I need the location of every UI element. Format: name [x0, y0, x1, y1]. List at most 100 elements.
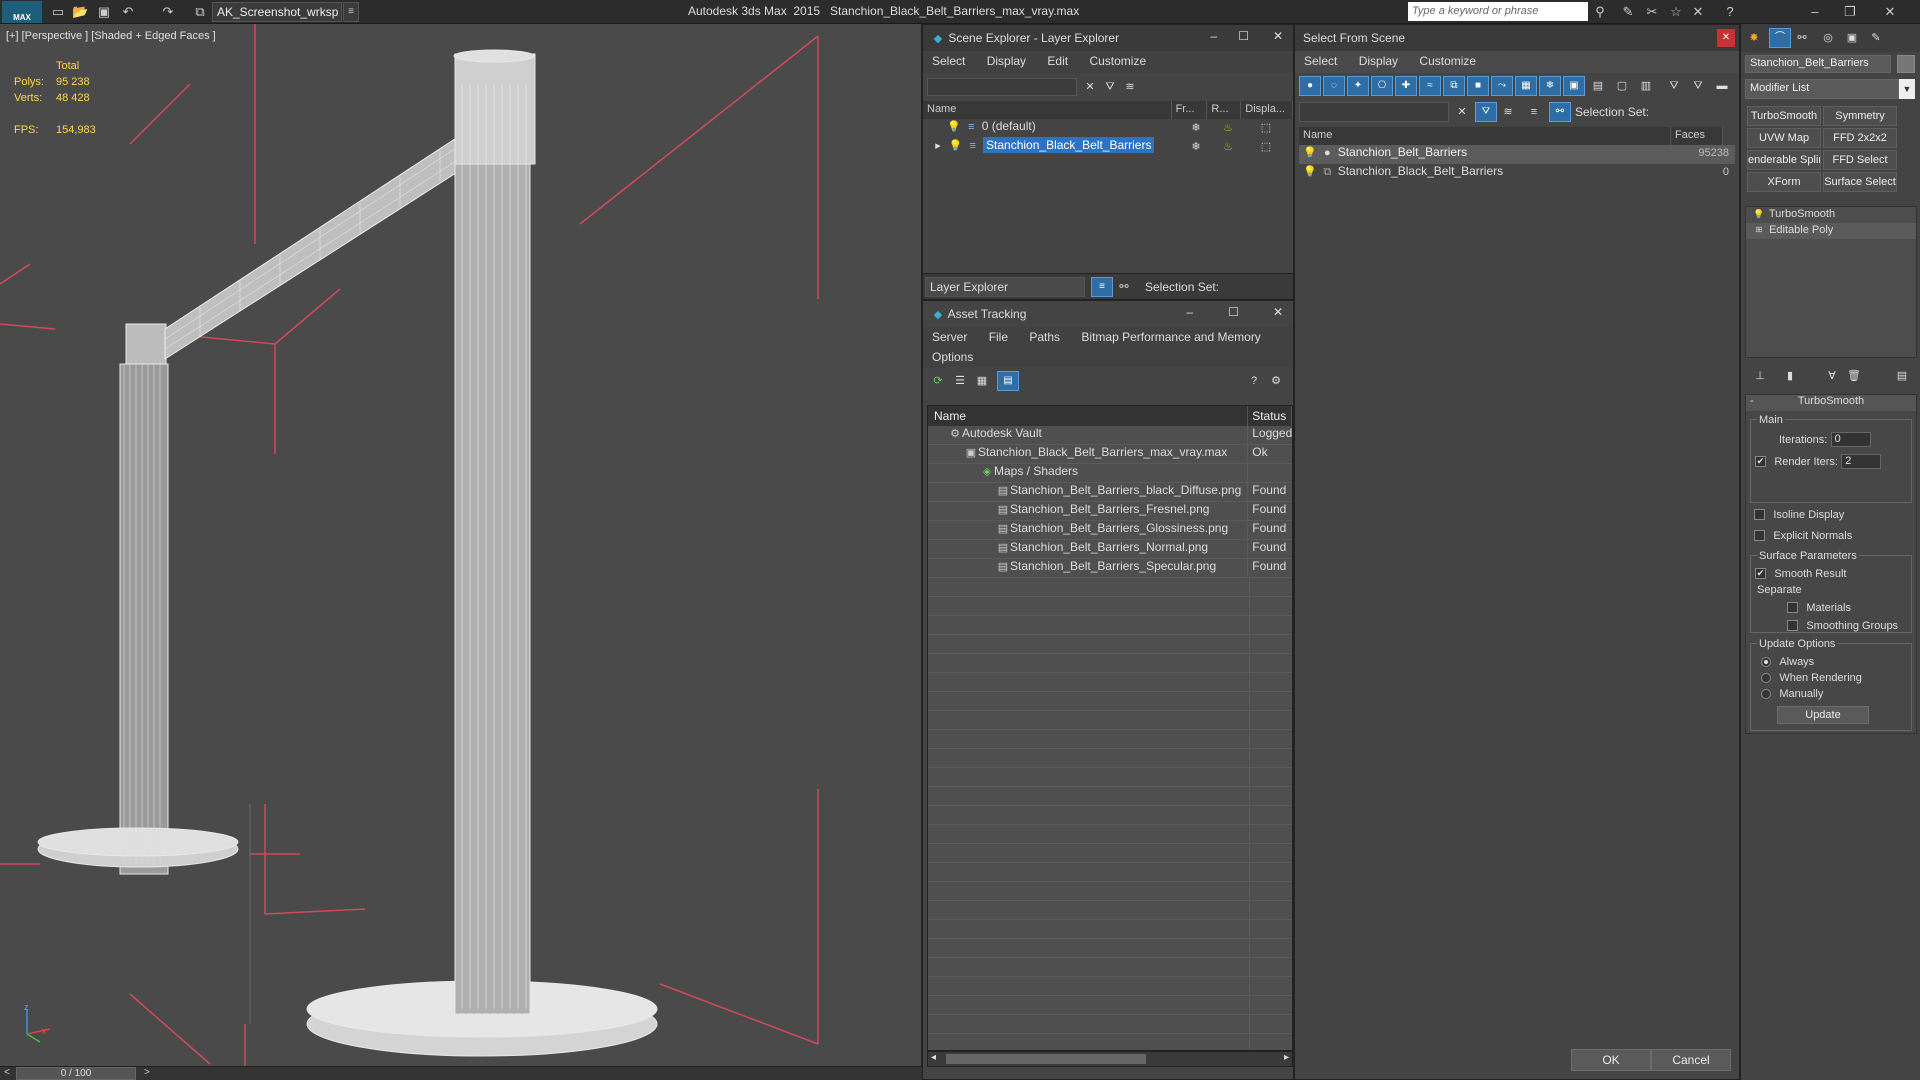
scroll-left-icon[interactable]: ◂ [931, 1052, 936, 1063]
invert-display-icon[interactable]: ▥ [1639, 79, 1653, 93]
menu-customize[interactable]: Customize [1080, 51, 1155, 71]
menu-display[interactable]: Display [978, 51, 1035, 71]
asset-row[interactable]: ▤ Stanchion_Belt_Barriers_Normal.png Found [928, 540, 1292, 559]
smooth-result-checkbox[interactable]: ✔ [1755, 568, 1766, 580]
minimize-icon[interactable]: – [1186, 305, 1193, 319]
clear-search-icon[interactable]: ✕ [1083, 80, 1097, 94]
filter-options-icon[interactable]: ⛛ [1691, 79, 1705, 93]
layer-row-default[interactable]: 💡 ≡ 0 (default) ❄ ♨ ⬚ [923, 119, 1293, 138]
filter-groups-icon[interactable]: ⧉ [1443, 76, 1465, 96]
asset-row[interactable]: ◈ Maps / Shaders [928, 464, 1292, 483]
thumbnail-icon[interactable]: ▦ [975, 374, 989, 388]
perspective-viewport[interactable]: [+] [Perspective ] [Shaded + Edged Faces… [0, 24, 922, 1066]
scene-search-input[interactable] [927, 78, 1077, 96]
filter-shapes-icon[interactable]: ◌ [1323, 76, 1345, 96]
minimize-icon[interactable]: – [1800, 2, 1830, 22]
display-icon[interactable]: ⬚ [1259, 121, 1273, 135]
table-view-icon[interactable]: ▤ [997, 371, 1019, 391]
menu-display[interactable]: Display [1350, 51, 1407, 71]
motion-tab-icon[interactable]: ◎ [1821, 31, 1835, 45]
close-icon[interactable]: ✕ [1875, 2, 1905, 22]
cancel-button[interactable]: Cancel [1651, 1049, 1731, 1071]
display-all-icon[interactable]: ▤ [1591, 79, 1605, 93]
freeze-icon[interactable]: ❄ [1189, 121, 1203, 135]
object-name-field[interactable]: Stanchion_Belt_Barriers [1745, 55, 1891, 73]
column-name[interactable]: Name [1299, 127, 1671, 145]
explorer-mode-select[interactable]: Layer Explorer [925, 277, 1085, 297]
asset-hscroll-thumb[interactable] [946, 1054, 1146, 1064]
open-file-icon[interactable]: 📂 [72, 4, 88, 20]
asset-row[interactable]: ⚙ Autodesk Vault Logged [928, 426, 1292, 445]
column-render[interactable]: R... [1207, 101, 1242, 119]
close-icon[interactable]: ✕ [1273, 305, 1283, 319]
menu-select[interactable]: Select [1295, 51, 1346, 71]
filter-lights-icon[interactable]: ✦ [1347, 76, 1369, 96]
smoothing-groups-checkbox[interactable] [1787, 620, 1798, 632]
expand-icon[interactable]: ⊞ [1752, 223, 1766, 237]
asset-row[interactable]: ▤ Stanchion_Belt_Barriers_Glossiness.png F… [928, 521, 1292, 540]
filter-containers-icon[interactable]: ▦ [1515, 76, 1537, 96]
layer-toggle-icon[interactable]: ▬ [1715, 79, 1729, 93]
display-tab-icon[interactable]: ▣ [1845, 31, 1859, 45]
hierarchy-tab-icon[interactable]: ⚯ [1795, 31, 1809, 45]
collapse-icon[interactable]: - [1750, 395, 1754, 407]
always-radio[interactable] [1761, 656, 1771, 667]
maximize-icon[interactable]: ☐ [1228, 305, 1239, 319]
column-freeze[interactable]: Fr... [1171, 101, 1208, 119]
search-input[interactable]: Type a keyword or phrase [1408, 2, 1588, 21]
filter-xrefs-icon[interactable]: ■ [1467, 76, 1489, 96]
stack-item-turbosmooth[interactable]: 💡 TurboSmooth [1746, 207, 1916, 223]
filter-active-icon[interactable]: ⛛ [1475, 102, 1497, 122]
filter-icon[interactable]: ⛛ [1103, 80, 1117, 94]
asset-tracking-titlebar[interactable]: ◆ Asset Tracking – ☐ ✕ [923, 301, 1293, 327]
bulb-icon[interactable]: 💡 [947, 120, 961, 134]
iterations-spinner[interactable]: 0 [1830, 432, 1871, 448]
maximize-icon[interactable]: ☐ [1238, 29, 1249, 43]
project-folder-icon[interactable]: ⧉ [192, 4, 208, 20]
binoculars-icon[interactable]: ⚲ [1592, 4, 1608, 20]
pin-stack-icon[interactable]: ⊥ [1753, 369, 1767, 383]
workspace-menu-button[interactable]: ≡ [343, 2, 359, 22]
close-icon[interactable]: ✕ [1717, 29, 1735, 47]
modifier-button[interactable]: XForm [1747, 172, 1821, 192]
menu-file[interactable]: File [980, 327, 1017, 347]
scroll-right-icon[interactable]: ▸ [1284, 1052, 1289, 1063]
clear-search-icon[interactable]: ✕ [1455, 105, 1469, 119]
object-row-selected[interactable]: 💡 ● Stanchion_Belt_Barriers 95238 [1299, 145, 1735, 164]
layers-icon[interactable]: ≡ [1527, 105, 1541, 119]
render-iters-checkbox[interactable]: ✔ [1755, 456, 1766, 468]
show-end-result-icon[interactable]: ▮ [1783, 369, 1797, 383]
remove-modifier-icon[interactable]: 🗑 [1847, 369, 1861, 383]
explicit-normals-checkbox[interactable] [1754, 530, 1765, 542]
render-iters-spinner[interactable]: 2 [1841, 454, 1882, 470]
column-name[interactable]: Name [928, 406, 1249, 426]
render-teapot-icon[interactable]: ♨ [1221, 121, 1235, 135]
hierarchy-icon[interactable]: ⚯ [1549, 102, 1571, 122]
settings-icon[interactable]: ⚙ [1269, 374, 1283, 388]
close-icon[interactable]: ✕ [1273, 29, 1283, 43]
hierarchy-icon[interactable]: ⚯ [1117, 280, 1131, 294]
ok-button[interactable]: OK [1571, 1049, 1651, 1071]
save-file-icon[interactable]: ▣ [96, 4, 112, 20]
select-search-input[interactable] [1299, 102, 1449, 122]
viewport-label[interactable]: [+] [Perspective ] [Shaded + Edged Faces… [6, 30, 216, 42]
make-unique-icon[interactable]: ∀ [1825, 369, 1839, 383]
subscription-icon[interactable]: ✂ [1644, 4, 1660, 20]
column-status[interactable]: Status [1248, 406, 1292, 426]
update-button[interactable]: Update [1777, 706, 1869, 724]
new-file-icon[interactable]: ▭ [50, 4, 66, 20]
layer-mode-icon[interactable]: ≡ [1091, 277, 1113, 297]
render-teapot-icon[interactable]: ♨ [1221, 140, 1235, 154]
filter-bones-icon[interactable]: ⤳ [1491, 76, 1513, 96]
rollout-header[interactable]: - TurboSmooth [1746, 395, 1916, 411]
select-children-icon[interactable]: ≋ [1501, 105, 1515, 119]
menu-edit[interactable]: Edit [1038, 51, 1077, 71]
undo-icon[interactable]: ↶ [120, 4, 136, 20]
time-slider-thumb[interactable]: 0 / 100 [16, 1067, 136, 1080]
modifier-button[interactable]: FFD Select [1823, 150, 1897, 170]
favorites-icon[interactable]: ☆ [1668, 4, 1684, 20]
minimize-icon[interactable]: – [1210, 29, 1217, 43]
expand-icon[interactable]: ▸ [931, 139, 945, 153]
select-from-scene-titlebar[interactable]: Select From Scene ✕ [1295, 25, 1739, 51]
help-icon[interactable]: ? [1247, 374, 1261, 388]
